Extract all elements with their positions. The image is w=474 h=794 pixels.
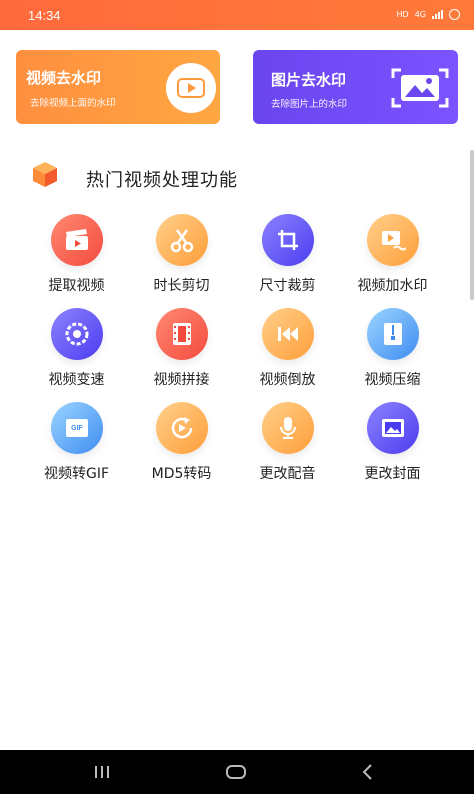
play-icon [166, 63, 216, 113]
feature-trim-duration[interactable]: 时长剪切 [129, 214, 234, 295]
video-watermark-remover-banner[interactable]: 视频去水印 去除视频上面的水印 [16, 50, 220, 124]
network-indicator: 4G [414, 10, 426, 19]
section-title: 热门视频处理功能 [86, 170, 238, 191]
signal-icon [432, 10, 443, 19]
feature-label: 视频压缩 [364, 372, 421, 388]
photo-icon [391, 68, 449, 108]
status-indicators: HD 4G [397, 9, 460, 20]
feature-label: 视频转GIF [43, 466, 110, 482]
feature-label: 更改配音 [259, 466, 316, 482]
gif-icon: GIF [50, 402, 103, 454]
feature-md5-transcode[interactable]: MD5转码 [129, 402, 234, 483]
hd-indicator: HD [396, 10, 409, 19]
feature-label: 更改封面 [364, 466, 421, 482]
crop-icon [261, 214, 314, 266]
home-icon [226, 765, 246, 779]
banner-title: 图片去水印 [271, 71, 347, 89]
recents-icon [95, 766, 109, 778]
feature-change-speed[interactable]: 视频变速 [24, 308, 129, 389]
md5-icon [155, 402, 208, 454]
feature-video-to-gif[interactable]: GIF 视频转GIF [24, 402, 129, 483]
feature-label: 时长剪切 [153, 278, 210, 294]
feature-label: 视频加水印 [357, 278, 428, 294]
status-time: 14:34 [28, 8, 61, 23]
speed-icon [50, 308, 103, 360]
recents-button[interactable] [72, 750, 132, 794]
banner-subtitle: 去除视频上面的水印 [30, 98, 116, 109]
back-icon [362, 764, 372, 780]
feature-label: MD5转码 [151, 466, 212, 482]
feature-label: 视频倒放 [259, 372, 316, 388]
status-bar: 14:34 HD 4G [0, 0, 474, 30]
compress-icon [366, 308, 419, 360]
cube-icon [33, 162, 57, 187]
microphone-icon [261, 402, 314, 454]
feature-label: 视频拼接 [153, 372, 210, 388]
feature-label: 视频变速 [48, 372, 105, 388]
scissors-icon [155, 214, 208, 266]
feature-change-dubbing[interactable]: 更改配音 [235, 402, 340, 483]
feature-compress-video[interactable]: 视频压缩 [340, 308, 445, 389]
navigation-bar [0, 750, 474, 794]
feature-add-watermark[interactable]: 视频加水印 [340, 214, 445, 295]
clapper-icon [50, 214, 103, 266]
rewind-icon [261, 308, 314, 360]
feature-reverse-video[interactable]: 视频倒放 [235, 308, 340, 389]
feature-label: 尺寸裁剪 [259, 278, 316, 294]
feature-label: 提取视频 [48, 278, 105, 294]
home-button[interactable] [206, 750, 266, 794]
image-watermark-remover-banner[interactable]: 图片去水印 去除图片上的水印 [253, 50, 458, 124]
back-button[interactable] [338, 750, 398, 794]
scrollbar[interactable] [470, 150, 474, 300]
cover-image-icon [366, 402, 419, 454]
feature-crop-size[interactable]: 尺寸裁剪 [235, 214, 340, 295]
film-icon [155, 308, 208, 360]
feature-change-cover[interactable]: 更改封面 [340, 402, 445, 483]
battery-icon [449, 9, 460, 20]
banner-title: 视频去水印 [26, 69, 102, 87]
video-watermark-icon [366, 214, 419, 266]
feature-extract-video[interactable]: 提取视频 [24, 214, 129, 295]
svg-text:GIF: GIF [71, 425, 83, 432]
feature-merge-video[interactable]: 视频拼接 [129, 308, 234, 389]
banner-subtitle: 去除图片上的水印 [271, 99, 348, 110]
